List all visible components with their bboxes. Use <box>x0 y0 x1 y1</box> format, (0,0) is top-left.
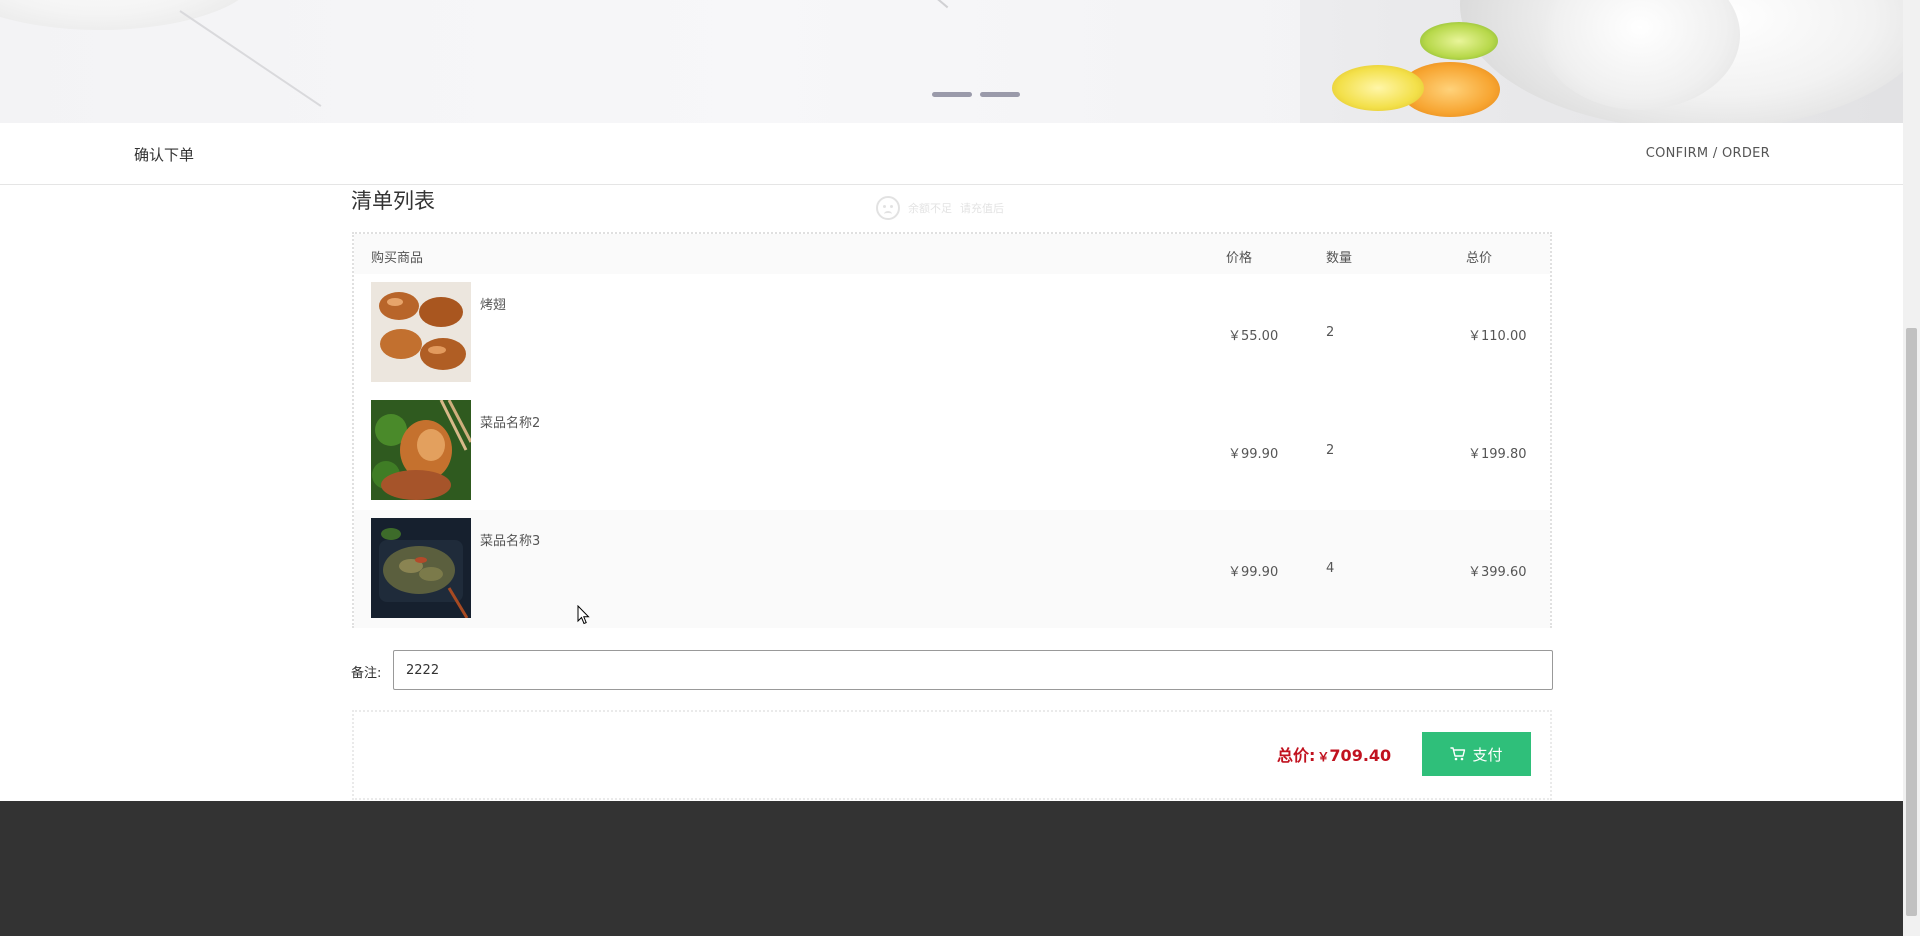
empty-hint: 余额不足 请充值后 <box>876 196 1004 220</box>
cart-table: 购买商品 价格 数量 总价 烤翅 ￥55.00 2 ￥110.00 菜品名称2 … <box>352 232 1552 628</box>
product-name[interactable]: 菜品名称2 <box>480 412 540 431</box>
product-price: ￥99.90 <box>1228 565 1279 580</box>
product-image[interactable] <box>371 518 471 618</box>
banner-lemon-slice <box>1332 65 1424 111</box>
product-qty: 4 <box>1326 561 1335 576</box>
product-image[interactable] <box>371 282 471 382</box>
table-row: 菜品名称3 ￥99.90 4 ￥399.60 <box>354 510 1550 628</box>
banner-decor-line <box>931 0 949 9</box>
carousel-dot[interactable] <box>980 92 1020 97</box>
banner-image <box>0 0 1903 123</box>
column-header-product: 购买商品 <box>371 251 424 266</box>
table-header: 购买商品 价格 数量 总价 <box>354 234 1550 274</box>
banner-decor-line <box>179 10 322 107</box>
pay-button-label: 支付 <box>1472 745 1503 764</box>
product-subtotal: ￥199.80 <box>1468 447 1527 462</box>
currency-symbol: ￥ <box>1317 750 1330 764</box>
product-image-graphic <box>371 282 471 382</box>
column-header-price: 价格 <box>1226 251 1253 266</box>
section-title: 确认下单 <box>134 146 195 164</box>
remark-input[interactable] <box>393 650 1553 690</box>
empty-hint-text: 余额不足 <box>908 202 952 215</box>
section-header: 确认下单 CONFIRM / ORDER <box>0 123 1903 185</box>
order-summary: 总价: ￥709.40 支付 <box>352 710 1552 800</box>
table-row: 菜品名称2 ￥99.90 2 ￥199.80 <box>354 392 1550 510</box>
page: 确认下单 CONFIRM / ORDER 清单列表 余额不足 请充值后 购买商品… <box>0 0 1920 936</box>
total-value: 709.40 <box>1329 746 1392 765</box>
pay-button[interactable]: 支付 <box>1422 732 1531 776</box>
list-title: 清单列表 <box>351 189 435 213</box>
product-name[interactable]: 烤翅 <box>480 294 506 313</box>
sad-face-icon <box>876 196 900 220</box>
banner-plate-left <box>0 0 260 30</box>
product-qty: 2 <box>1326 325 1335 340</box>
product-subtotal: ￥399.60 <box>1468 565 1527 580</box>
scrollbar-thumb[interactable] <box>1906 328 1917 916</box>
remark-label: 备注: <box>351 666 382 681</box>
footer <box>0 801 1903 936</box>
product-name[interactable]: 菜品名称3 <box>480 530 540 549</box>
product-image-graphic <box>371 518 471 618</box>
column-header-qty: 数量 <box>1326 251 1353 266</box>
product-image[interactable] <box>371 400 471 500</box>
column-header-total: 总价 <box>1466 251 1493 266</box>
product-subtotal: ￥110.00 <box>1468 329 1527 344</box>
total-label: 总价: <box>1277 746 1316 765</box>
carousel-dot[interactable] <box>932 92 972 97</box>
section-subtitle: CONFIRM / ORDER <box>1645 146 1770 161</box>
product-image-graphic <box>371 400 471 500</box>
total-price: 总价: ￥709.40 <box>1277 742 1391 766</box>
cart-icon <box>1450 747 1466 761</box>
empty-hint-text: 请充值后 <box>960 202 1004 215</box>
banner-lime-slice <box>1420 22 1498 60</box>
mouse-cursor-icon <box>577 605 590 625</box>
product-price: ￥55.00 <box>1228 329 1279 344</box>
carousel-indicators <box>932 92 1020 97</box>
table-row: 烤翅 ￥55.00 2 ￥110.00 <box>354 274 1550 392</box>
product-price: ￥99.90 <box>1228 447 1279 462</box>
product-qty: 2 <box>1326 443 1335 458</box>
scrollbar[interactable] <box>1903 0 1920 936</box>
